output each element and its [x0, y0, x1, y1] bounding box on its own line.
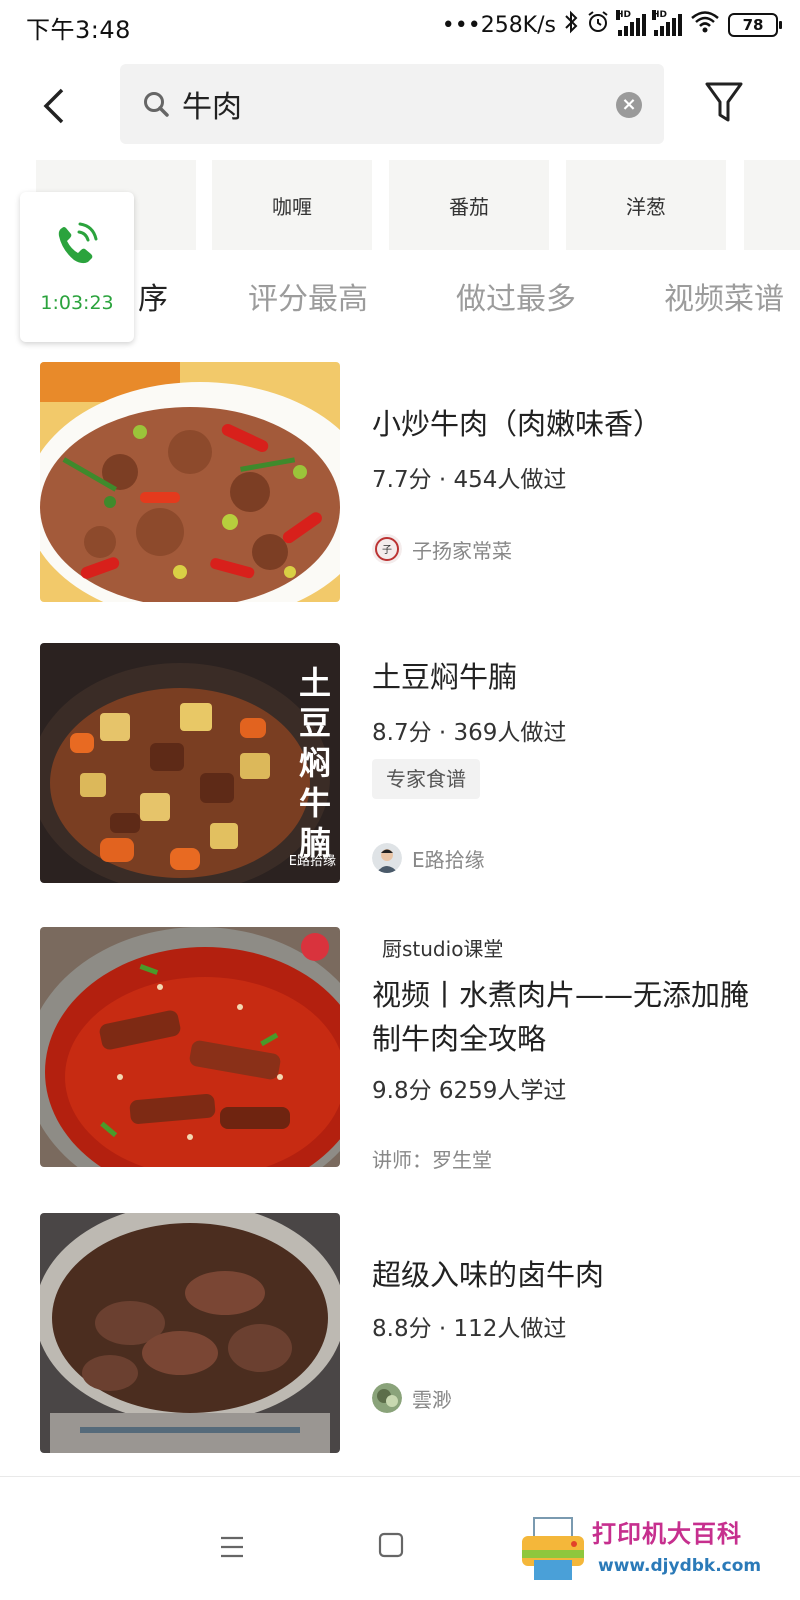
- recipe-item[interactable]: 超级入味的卤牛肉 8.8分 · 112人做过 雲渺: [0, 1213, 800, 1457]
- nav-divider: [0, 1476, 800, 1477]
- back-button[interactable]: [30, 78, 78, 134]
- call-duration: 1:03:23: [40, 292, 114, 314]
- call-bubble[interactable]: 1:03:23: [20, 192, 134, 342]
- recipe-title: 超级入味的卤牛肉: [372, 1258, 605, 1292]
- status-icons: •••258K/s HD HD 78: [441, 10, 782, 40]
- author-name: 雲渺: [412, 1387, 452, 1412]
- thumbnail-signature: E路拾缘: [288, 854, 336, 869]
- recipe-author[interactable]: E路拾缘: [372, 843, 485, 873]
- recipe-meta: 8.8分 · 112人做过: [372, 1316, 567, 1342]
- watermark-url: www.djydbk.com: [598, 1556, 762, 1576]
- recipe-title: 视频丨水煮肉片——无添加腌制牛肉全攻略: [372, 978, 750, 1056]
- wifi-icon: [690, 10, 720, 40]
- clear-search-button[interactable]: ×: [616, 92, 642, 118]
- printer-logo-icon: [522, 1517, 584, 1580]
- chip-curry[interactable]: 咖喱: [212, 160, 372, 250]
- watermark-text: 打印机大百科: [592, 1519, 742, 1548]
- recipe-author[interactable]: 子 子扬家常菜: [372, 534, 512, 564]
- instructor-name: 讲师：罗生堂: [372, 1147, 492, 1172]
- filter-button[interactable]: [704, 80, 744, 126]
- recipe-thumbnail: [40, 362, 340, 602]
- alarm-icon: [586, 10, 610, 40]
- phone-call-icon: [58, 222, 98, 264]
- course-instructor[interactable]: 讲师：罗生堂: [372, 1143, 492, 1173]
- tab-highest-rated[interactable]: 评分最高: [248, 274, 368, 318]
- tab-sort-default[interactable]: 序: [138, 274, 168, 318]
- avatar: [372, 1383, 402, 1413]
- recipe-author[interactable]: 雲渺: [372, 1383, 452, 1413]
- battery-icon: 78: [728, 13, 782, 37]
- svg-text:子: 子: [382, 544, 392, 556]
- signal-icon-2: HD: [652, 10, 682, 36]
- recipe-item[interactable]: 小炒牛肉（肉嫩味香） 7.7分 · 454人做过 子 子扬家常菜: [0, 362, 800, 606]
- search-icon: [144, 92, 169, 117]
- chevron-left-icon: [43, 88, 64, 124]
- network-speed: •••258K/s: [441, 12, 556, 38]
- watermark: 打印机大百科 www.djydbk.com: [520, 1510, 790, 1590]
- recipe-item[interactable]: 土豆焖牛腩 E路拾缘 土豆焖牛腩 8.7分 · 369人做过 专家食谱 E路拾缘: [0, 643, 800, 887]
- bluetooth-icon: [564, 10, 578, 40]
- recipe-meta: 9.8分 6259人学过: [372, 1078, 567, 1104]
- avatar: 子: [372, 534, 402, 564]
- recipe-thumbnail: 土豆焖牛腩 E路拾缘: [40, 643, 340, 883]
- chip-partial-right[interactable]: [744, 160, 800, 250]
- tab-most-made[interactable]: 做过最多: [456, 274, 576, 318]
- chip-tomato[interactable]: 番茄: [389, 160, 549, 250]
- status-time: 下午3:48: [26, 16, 131, 44]
- search-input[interactable]: 牛肉 ×: [120, 64, 664, 144]
- recipe-thumbnail: [40, 1213, 340, 1453]
- recipe-thumbnail: [40, 927, 340, 1167]
- menu-icon[interactable]: [220, 1536, 244, 1558]
- recipe-title: 土豆焖牛腩: [372, 660, 518, 694]
- tab-video-recipes[interactable]: 视频菜谱: [664, 274, 784, 318]
- search-query: 牛肉: [182, 90, 242, 125]
- recipe-meta: 8.7分 · 369人做过: [372, 720, 567, 746]
- thumbnail-overlay-text: 土豆焖牛腩: [298, 664, 331, 862]
- filter-icon: [705, 82, 743, 122]
- avatar: [372, 843, 402, 873]
- author-name: E路拾缘: [412, 847, 485, 872]
- chip-onion[interactable]: 洋葱: [566, 160, 726, 250]
- expert-recipe-badge: 专家食谱: [372, 759, 480, 799]
- signal-icon-1: HD: [616, 10, 646, 36]
- recipe-meta: 7.7分 · 454人做过: [372, 467, 567, 493]
- course-studio-tag: 厨studio课堂: [382, 937, 504, 961]
- recipe-title: 小炒牛肉（肉嫩味香）: [372, 407, 663, 441]
- author-name: 子扬家常菜: [412, 538, 512, 563]
- status-bar: 下午3:48 •••258K/s HD HD 78: [0, 0, 800, 50]
- recipe-item[interactable]: 厨studio课堂 视频丨水煮肉片——无添加腌制牛肉全攻略 9.8分 6259人…: [0, 927, 800, 1173]
- home-square-icon[interactable]: [378, 1532, 404, 1558]
